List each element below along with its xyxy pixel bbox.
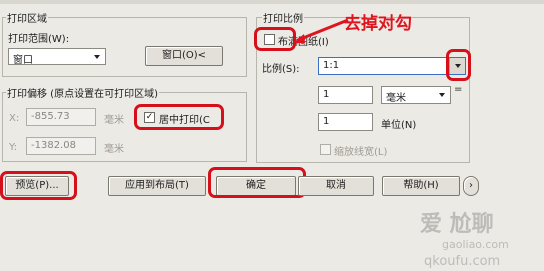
offset-x-field[interactable]: -855.73 bbox=[26, 108, 96, 126]
offset-x-unit: 毫米 bbox=[104, 115, 124, 126]
scale-lineweights-checkbox[interactable] bbox=[320, 144, 331, 155]
scale-lineweights-label: 缩放线宽(L) bbox=[334, 147, 388, 158]
print-range-value: 窗口 bbox=[13, 55, 33, 65]
watermark-logo: 爱 尬聊 bbox=[420, 212, 494, 237]
print-range-dropdown[interactable]: 窗口 bbox=[8, 48, 106, 65]
equals-sign: = bbox=[454, 84, 463, 95]
scale-value2-field[interactable]: 1 bbox=[318, 113, 373, 131]
annotation-arrow-icon bbox=[293, 18, 349, 43]
offset-x-label: X: bbox=[9, 113, 20, 124]
cancel-button[interactable]: 取消 bbox=[298, 176, 374, 196]
highlight-ok bbox=[208, 167, 306, 198]
chevron-down-icon[interactable] bbox=[89, 49, 105, 64]
chevron-down-icon[interactable] bbox=[434, 87, 450, 102]
units-label: 单位(N) bbox=[381, 120, 417, 131]
scale-dropdown[interactable]: 1:1 bbox=[318, 57, 466, 75]
offset-y-field[interactable]: -1382.08 bbox=[26, 137, 96, 155]
expand-button[interactable]: › bbox=[463, 176, 479, 196]
apply-to-layout-button[interactable]: 应用到布局(T) bbox=[108, 176, 206, 196]
highlight-preview bbox=[0, 171, 77, 200]
offset-y-label: Y: bbox=[9, 142, 18, 153]
unit-value: 毫米 bbox=[386, 93, 406, 104]
scale-label: 比例(S): bbox=[262, 64, 300, 75]
highlight-center-plot bbox=[134, 104, 224, 130]
print-area-title: 打印区域 bbox=[6, 10, 48, 25]
unit-dropdown[interactable]: 毫米 bbox=[381, 86, 451, 104]
highlight-scale-arrow bbox=[446, 49, 471, 81]
dialog-top-edge bbox=[0, 0, 544, 4]
help-button[interactable]: 帮助(H) bbox=[382, 176, 460, 196]
watermark-site-cn: gaoliao.com bbox=[442, 238, 509, 251]
window-select-button[interactable]: 窗口(O)< bbox=[145, 46, 223, 66]
scale-value1-field[interactable]: 1 bbox=[318, 86, 373, 104]
offset-y-unit: 毫米 bbox=[104, 144, 124, 155]
print-offset-title: 打印偏移 (原点设置在可打印区域) bbox=[6, 85, 159, 100]
scale-value: 1:1 bbox=[323, 60, 340, 71]
watermark-site-pinyin: qkoufu.com bbox=[424, 254, 501, 269]
print-range-label: 打印范围(W): bbox=[8, 34, 70, 45]
